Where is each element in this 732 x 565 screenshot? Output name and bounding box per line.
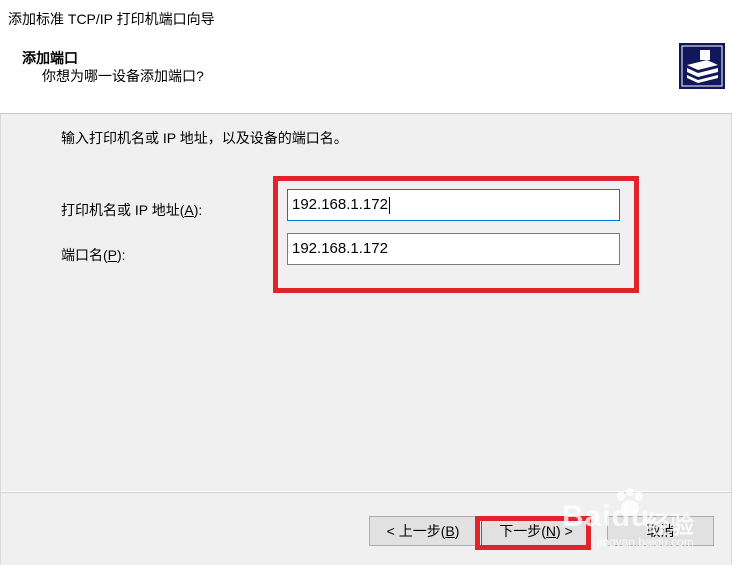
printer-name-label: 打印机名或 IP 地址(A): (61, 202, 203, 218)
port-name-label: 端口名(P): (61, 247, 126, 263)
window-title: 添加标准 TCP/IP 打印机端口向导 (8, 11, 215, 27)
back-button[interactable]: < 上一步(B) (369, 516, 477, 546)
accelerator-key: A (184, 202, 194, 218)
watermark-url: jingyan.baidu.com (597, 535, 694, 549)
fields-highlight-box (273, 176, 639, 293)
baidu-watermark: Baidu 经验 jingyan.baidu.com (560, 488, 730, 550)
wizard-header: 添加端口 你想为哪一设备添加端口? (0, 40, 732, 114)
header-title: 添加端口 (22, 50, 78, 66)
title-bar: 添加标准 TCP/IP 打印机端口向导 (0, 0, 732, 40)
wizard-body: 输入打印机名或 IP 地址，以及设备的端口名。 打印机名或 IP 地址(A): … (1, 114, 731, 491)
header-subtitle: 你想为哪一设备添加端口? (42, 68, 204, 84)
printer-wizard-icon (679, 43, 725, 89)
instruction-text: 输入打印机名或 IP 地址，以及设备的端口名。 (61, 130, 348, 146)
watermark-logo: Baidu (562, 500, 651, 533)
accelerator-key: P (107, 247, 118, 263)
